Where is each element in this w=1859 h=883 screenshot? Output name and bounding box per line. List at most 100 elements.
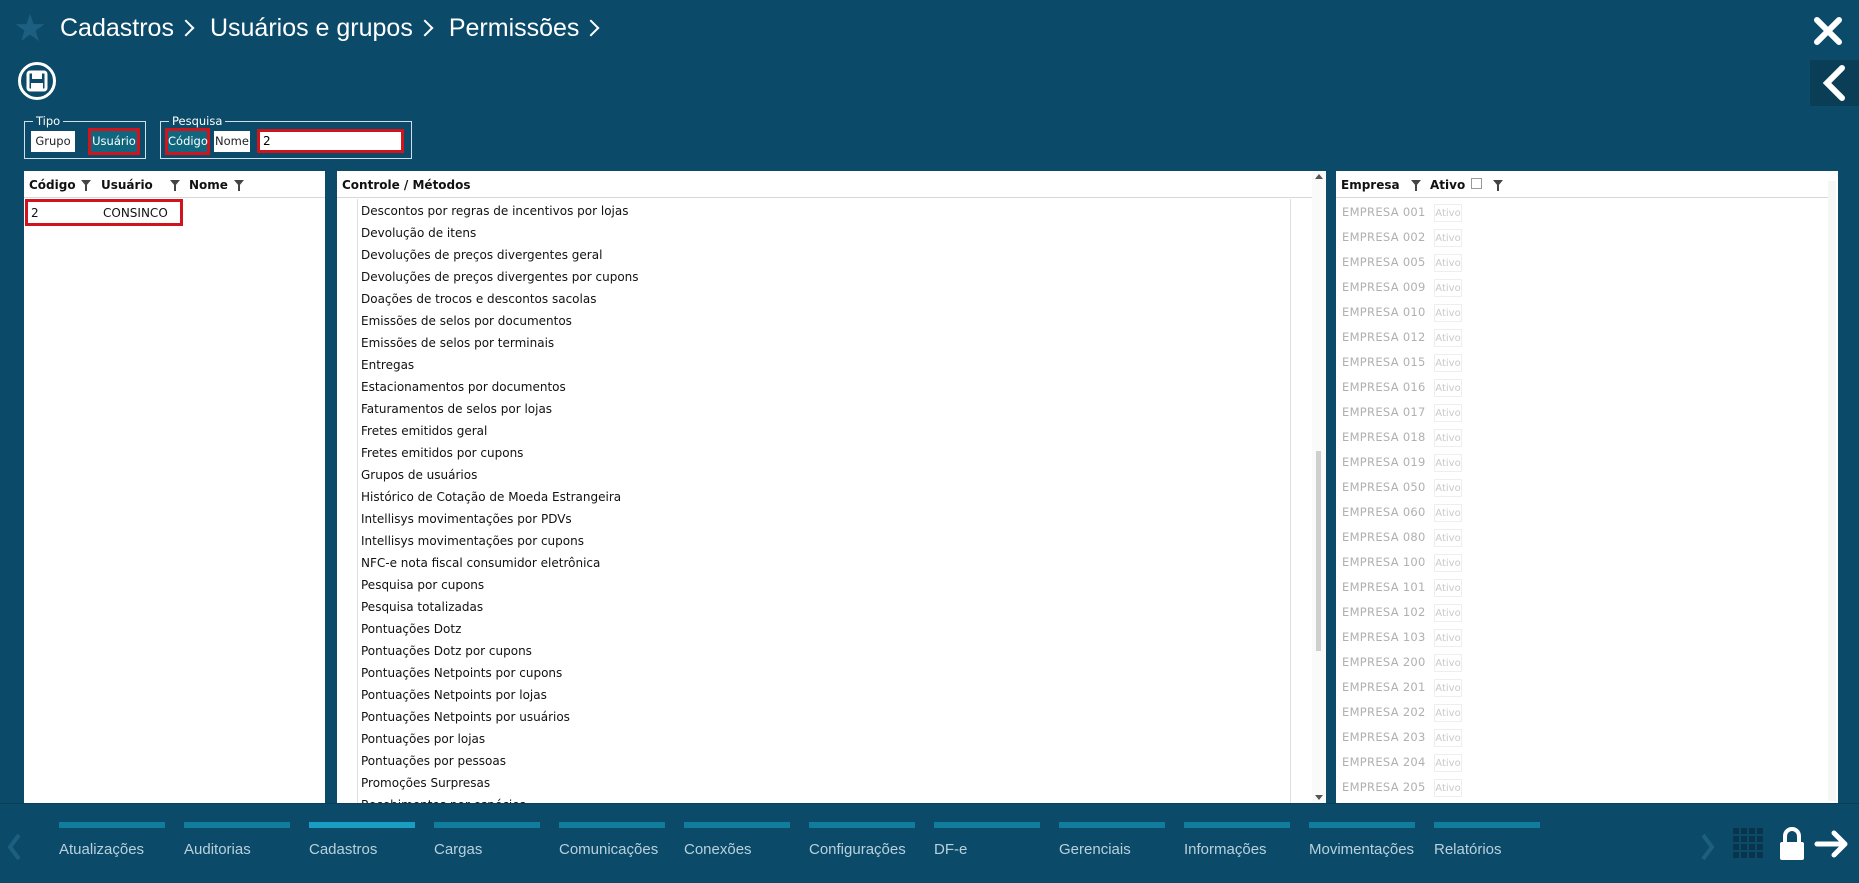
ativo-checkbox[interactable]: Ativo <box>1434 429 1462 447</box>
ativo-checkbox[interactable]: Ativo <box>1434 679 1462 697</box>
usuario-button[interactable]: Usuário <box>88 128 140 155</box>
favorite-star-icon[interactable]: ★ <box>12 9 48 47</box>
ativo-checkbox[interactable]: Ativo <box>1434 254 1462 272</box>
list-item[interactable]: Intellisys movimentações por PDVs <box>361 512 572 526</box>
ativo-checkbox[interactable]: Ativo <box>1434 754 1462 772</box>
list-item[interactable]: Faturamentos de selos por lojas <box>361 402 552 416</box>
table-row[interactable]: EMPRESA 009 Ativo <box>1336 277 1816 299</box>
table-row[interactable]: EMPRESA 204 Ativo <box>1336 752 1816 774</box>
column-header-usuario[interactable]: Usuário <box>101 178 153 192</box>
menu-item[interactable]: Auditorias <box>184 822 290 862</box>
ativo-checkbox[interactable]: Ativo <box>1434 529 1462 547</box>
menu-item[interactable]: Gerenciais <box>1059 822 1165 862</box>
column-header-empresa[interactable]: Empresa <box>1341 178 1400 192</box>
table-row[interactable]: EMPRESA 002 Ativo <box>1336 227 1816 249</box>
column-header-nome[interactable]: Nome <box>189 178 228 192</box>
list-item[interactable]: Fretes emitidos geral <box>361 424 487 438</box>
list-item[interactable]: Descontos por regras de incentivos por l… <box>361 204 628 218</box>
table-row[interactable]: EMPRESA 101 Ativo <box>1336 577 1816 599</box>
ativo-checkbox[interactable]: Ativo <box>1434 379 1462 397</box>
grupo-button[interactable]: Grupo <box>31 131 75 152</box>
table-row[interactable]: EMPRESA 200 Ativo <box>1336 652 1816 674</box>
chevron-right-icon[interactable] <box>1700 832 1716 862</box>
menu-item[interactable]: Conexões <box>684 822 790 862</box>
ativo-checkbox[interactable]: Ativo <box>1434 454 1462 472</box>
list-item[interactable]: Intellisys movimentações por cupons <box>361 534 584 548</box>
table-row[interactable]: EMPRESA 018 Ativo <box>1336 427 1816 449</box>
breadcrumb-item-usuarios-grupos[interactable]: Usuários e grupos <box>210 14 441 43</box>
ativo-checkbox[interactable]: Ativo <box>1434 779 1462 797</box>
nome-button[interactable]: Nome <box>214 131 250 152</box>
list-item[interactable]: Grupos de usuários <box>361 468 477 482</box>
ativo-checkbox[interactable]: Ativo <box>1434 354 1462 372</box>
list-item[interactable]: Emissões de selos por terminais <box>361 336 554 350</box>
ativo-checkbox[interactable]: Ativo <box>1434 504 1462 522</box>
scroll-up-icon[interactable] <box>1315 174 1323 179</box>
chevron-left-icon[interactable] <box>6 832 22 862</box>
menu-item[interactable]: Cadastros <box>309 822 415 862</box>
list-item[interactable]: Pontuações Dotz <box>361 622 461 636</box>
back-button[interactable] <box>1810 60 1859 106</box>
menu-item[interactable]: Movimentações <box>1309 822 1415 862</box>
list-item[interactable]: Devoluções de preços divergentes geral <box>361 248 602 262</box>
list-item[interactable]: Pontuações por lojas <box>361 732 485 746</box>
empresas-scrollbar[interactable] <box>1828 181 1836 801</box>
ativo-checkbox[interactable]: Ativo <box>1434 204 1462 222</box>
list-item[interactable]: Histórico de Cotação de Moeda Estrangeir… <box>361 490 621 504</box>
menu-item[interactable]: DF-e <box>934 822 1040 862</box>
menu-item[interactable]: Configurações <box>809 822 915 862</box>
select-all-checkbox[interactable] <box>1471 178 1482 189</box>
lock-icon[interactable] <box>1778 826 1806 862</box>
list-item[interactable]: Fretes emitidos por cupons <box>361 446 523 460</box>
filter-icon[interactable] <box>170 180 180 191</box>
list-item[interactable]: Pontuações Netpoints por usuários <box>361 710 570 724</box>
table-row[interactable]: EMPRESA 060 Ativo <box>1336 502 1816 524</box>
list-item[interactable]: Pontuações Netpoints por cupons <box>361 666 562 680</box>
codigo-button[interactable]: Código <box>165 128 210 155</box>
list-item[interactable]: NFC-e nota fiscal consumidor eletrônica <box>361 556 600 570</box>
table-row[interactable]: EMPRESA 202 Ativo <box>1336 702 1816 724</box>
search-input[interactable]: 2 <box>257 129 404 153</box>
table-row[interactable]: EMPRESA 050 Ativo <box>1336 477 1816 499</box>
list-item[interactable]: Pontuações Netpoints por lojas <box>361 688 547 702</box>
list-item[interactable]: Pontuações por pessoas <box>361 754 506 768</box>
ativo-checkbox[interactable]: Ativo <box>1434 554 1462 572</box>
table-row[interactable]: EMPRESA 205 Ativo <box>1336 777 1816 799</box>
filter-icon[interactable] <box>1493 180 1503 191</box>
scroll-down-icon[interactable] <box>1315 795 1323 800</box>
list-item[interactable]: Pesquisa totalizadas <box>361 600 483 614</box>
list-item[interactable]: Pontuações Dotz por cupons <box>361 644 532 658</box>
filter-icon[interactable] <box>81 180 91 191</box>
breadcrumb-item-cadastros[interactable]: Cadastros <box>60 14 202 43</box>
ativo-checkbox[interactable]: Ativo <box>1434 729 1462 747</box>
table-row[interactable]: EMPRESA 201 Ativo <box>1336 677 1816 699</box>
close-icon[interactable] <box>1811 14 1845 48</box>
table-row[interactable]: EMPRESA 017 Ativo <box>1336 402 1816 424</box>
table-row[interactable]: EMPRESA 012 Ativo <box>1336 327 1816 349</box>
table-row[interactable]: EMPRESA 019 Ativo <box>1336 452 1816 474</box>
menu-item[interactable]: Comunicações <box>559 822 665 862</box>
ativo-checkbox[interactable]: Ativo <box>1434 654 1462 672</box>
grid-apps-icon[interactable] <box>1732 827 1766 861</box>
filter-icon[interactable] <box>234 180 244 191</box>
table-row[interactable]: EMPRESA 203 Ativo <box>1336 727 1816 749</box>
ativo-checkbox[interactable]: Ativo <box>1434 304 1462 322</box>
table-row[interactable]: EMPRESA 016 Ativo <box>1336 377 1816 399</box>
logout-arrow-icon[interactable] <box>1814 828 1852 860</box>
ativo-checkbox[interactable]: Ativo <box>1434 604 1462 622</box>
column-header-ativo[interactable]: Ativo <box>1430 178 1465 192</box>
column-header-codigo[interactable]: Código <box>29 178 76 192</box>
filter-icon[interactable] <box>1411 180 1421 191</box>
ativo-checkbox[interactable]: Ativo <box>1434 404 1462 422</box>
ativo-checkbox[interactable]: Ativo <box>1434 479 1462 497</box>
list-item[interactable]: Devolução de itens <box>361 226 476 240</box>
ativo-checkbox[interactable]: Ativo <box>1434 279 1462 297</box>
menu-item[interactable]: Atualizações <box>59 822 165 862</box>
save-button[interactable] <box>18 62 56 100</box>
menu-item[interactable]: Informações <box>1184 822 1290 862</box>
table-row[interactable]: EMPRESA 005 Ativo <box>1336 252 1816 274</box>
list-item[interactable]: Devoluções de preços divergentes por cup… <box>361 270 639 284</box>
ativo-checkbox[interactable]: Ativo <box>1434 704 1462 722</box>
list-item[interactable]: Promoções Surpresas <box>361 776 490 790</box>
table-row[interactable]: 2 CONSINCO <box>25 199 183 226</box>
